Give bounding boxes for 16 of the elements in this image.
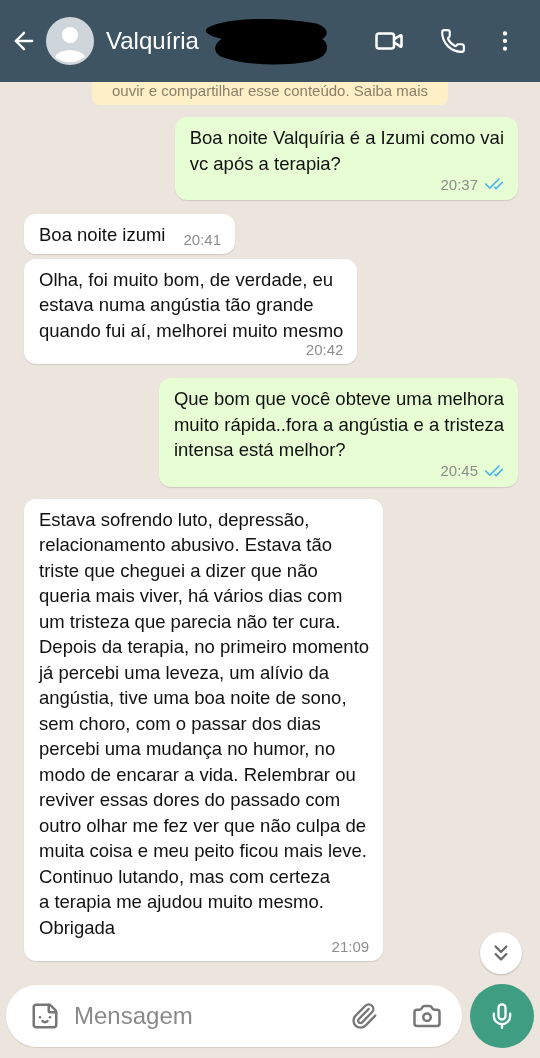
message-time: 20:42 — [305, 341, 344, 358]
message-text: Estava sofrendo luto, depressão, relacionamento abusivo. Estava tão triste que cheguei a dizer que não queria mais viver, há vários dias com um tristeza que parecia não ter cura. Depois da terapia, no primeiro momento já percebi uma leveza, um alívio da angústia, tive uma boa noite de sono, sem choro, com o passar dos dias percebi uma mudança no humor, no modo de encarar a vida. Relembrar ou reviver essas dores do passado com outro olhar me fez ver que não culpa de muita coisa e meu peito ficou mais leve. Continuo lutando, mas com certeza a terapia me ajudou muito mesmo. Obrigada — [39, 507, 370, 940]
scroll-down-button[interactable] — [480, 932, 522, 974]
message-text: Boa noite Valquíria é a Izumi como vai vc após a terapia? — [189, 126, 504, 176]
message-text: Boa noite izumi — [39, 223, 166, 247]
message-text: Olha, foi muito bom, de verdade, eu estava numa angústia tão grande quando fui aí, melhorei muito mesmo — [39, 267, 344, 343]
message-time: 20:45 — [440, 462, 478, 479]
message-time: 20:37 — [440, 175, 478, 193]
message-field[interactable]: Mensagem — [6, 985, 462, 1047]
message-time: 21:09 — [331, 938, 370, 955]
message-text: Que bom que você obteve uma melhora muito rápida..fora a angústia e a tristeza intensa está melhor? — [173, 387, 504, 462]
avatar-icon[interactable] — [46, 17, 94, 65]
notice-banner: ouvir e compartilhar esse conteúdo. Saiba mais — [92, 82, 448, 105]
message-input[interactable]: Mensagem — [74, 1002, 336, 1030]
message-time: 20:41 — [183, 230, 222, 248]
contact-name[interactable]: Valquíria — [106, 27, 199, 55]
